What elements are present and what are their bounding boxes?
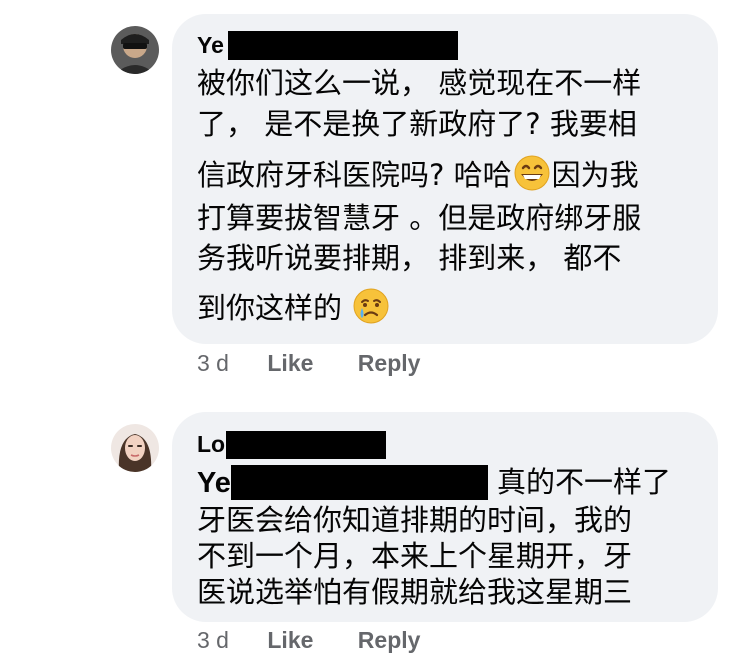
comment-actions: 3 d Like Reply: [197, 627, 420, 654]
comment-author[interactable]: Ye: [197, 32, 224, 59]
comment-text-line: 真的不一样了: [497, 465, 672, 499]
comment-text-line: 了， 是不是换了新政府了? 我要相: [197, 107, 637, 141]
comment-text-line: 医说选举怕有假期就给我这星期三: [197, 575, 633, 609]
comment-timestamp[interactable]: 3 d: [197, 627, 229, 654]
avatar[interactable]: [111, 424, 159, 472]
crying-face-emoji: [353, 288, 389, 332]
comment-text-line: Ye: [197, 464, 231, 501]
redacted-mention: [231, 465, 488, 500]
comment-text-line: 被你们这么一说， 感觉现在不一样: [197, 66, 642, 100]
avatar[interactable]: [111, 26, 159, 74]
redacted-name: [226, 431, 386, 459]
comment-actions: 3 d Like Reply: [197, 350, 420, 377]
like-button[interactable]: Like: [267, 627, 313, 654]
reply-button[interactable]: Reply: [358, 627, 421, 654]
comment-text-line: 到你这样的: [197, 288, 391, 332]
comment-text-line: 信政府牙科医院吗? 哈哈 因为我: [197, 155, 639, 199]
redacted-name: [228, 31, 458, 60]
grinning-face-emoji: [514, 155, 550, 199]
comment-text-line: 牙医会给你知道排期的时间，我的: [197, 503, 633, 537]
mention-link[interactable]: Ye: [197, 467, 231, 499]
reply-button[interactable]: Reply: [358, 350, 421, 377]
comment-timestamp[interactable]: 3 d: [197, 350, 229, 377]
like-button[interactable]: Like: [267, 350, 313, 377]
comment-author[interactable]: Lo: [197, 431, 225, 458]
comment-text-line: 务我听说要排期， 排到来， 都不: [197, 241, 622, 275]
comment-text-line: 打算要拔智慧牙 。但是政府绑牙服: [197, 201, 642, 235]
comment-text-line: 不到一个月，本来上个星期开，牙: [197, 539, 633, 573]
